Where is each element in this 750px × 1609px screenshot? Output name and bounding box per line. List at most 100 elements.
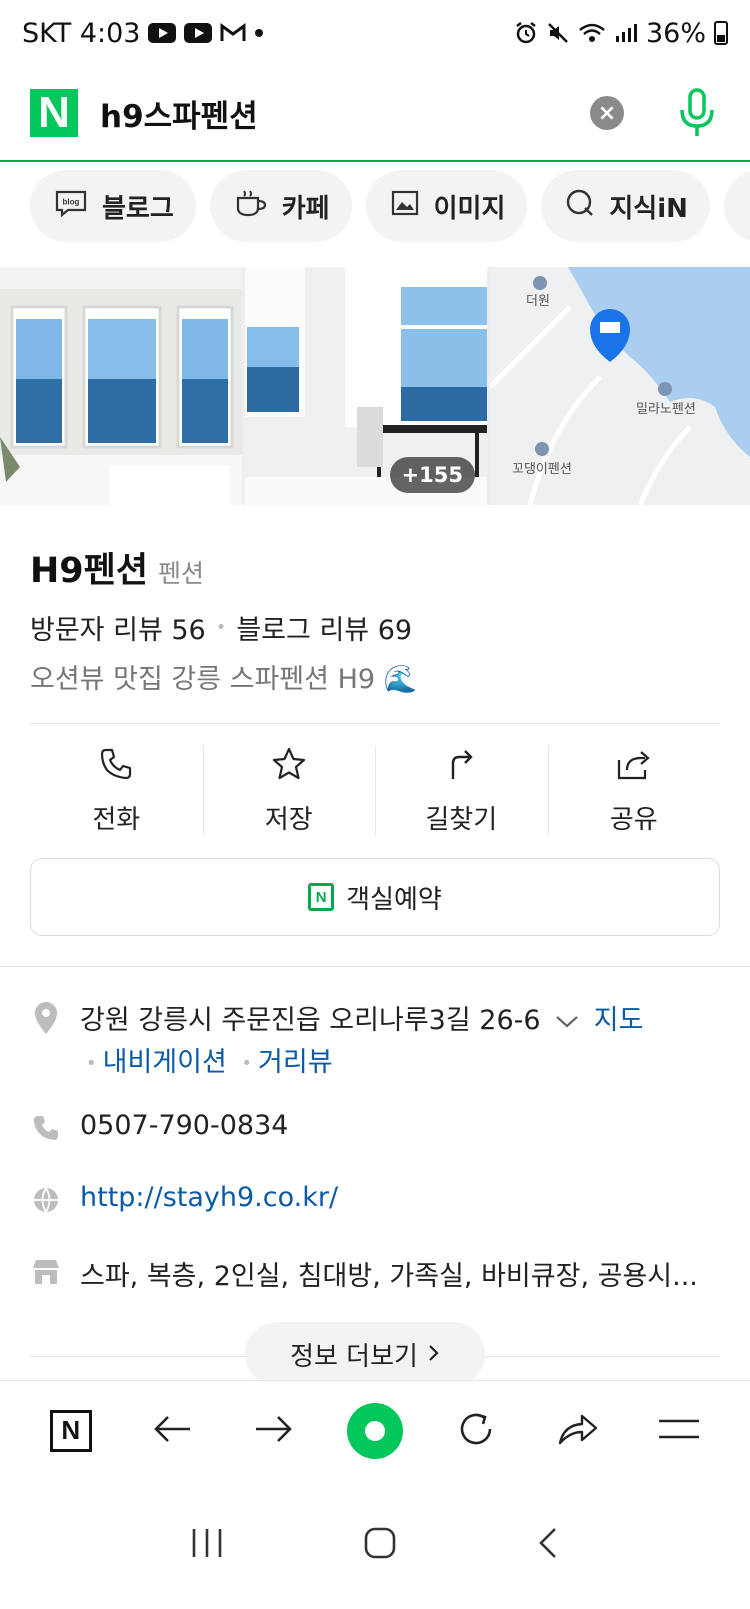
place-category: 펜션 [158,559,205,588]
facilities-row: 스파, 복층, 2인실, 침대방, 가족실, 바비큐장, 공용시... [30,1254,698,1293]
tab-label: 지식iN [609,193,688,224]
arrow-right-icon [254,1413,294,1449]
svg-text:blog: blog [63,197,80,206]
directions-icon [443,746,479,786]
youtube-icon [148,23,177,43]
map-link[interactable]: 지도 [594,1005,644,1036]
voice-search-icon[interactable] [674,86,720,140]
share-page-button[interactable] [548,1401,608,1461]
phone-number[interactable]: 0507-790-0834 [80,1110,288,1141]
share-button[interactable]: 공유 [547,746,721,836]
system-back-button[interactable] [536,1526,560,1564]
star-icon [271,746,307,786]
separator-dot: • [241,1052,253,1074]
phone-icon [30,1110,62,1146]
chevron-down-icon[interactable] [555,1005,588,1036]
divider [30,723,720,724]
address-row: 강원 강릉시 주문진읍 오리나루3길 26-6 지도 • 내비게이션 • 거리뷰 [30,1000,643,1085]
tab-label: 카페 [281,193,330,224]
naver-logo[interactable]: N [30,88,78,137]
place-name: H9펜션 [30,551,149,591]
location-pin-icon [30,1000,62,1036]
mute-icon [546,21,570,45]
browser-toolbar: N [0,1380,750,1480]
more-info-button[interactable]: 정보 더보기 [245,1322,485,1386]
notification-dot-icon [254,28,264,38]
navigation-link[interactable]: 내비게이션 [103,1047,227,1078]
forward-button[interactable] [244,1401,304,1461]
search-category-tabs: blog 블로그 카페 이미지 지식iN [0,170,750,250]
action-bar: 전화 저장 길찾기 공유 [30,746,720,836]
action-label: 전화 [92,805,141,835]
room-reservation-button[interactable]: N 객실예약 [30,858,720,936]
room-photo-2[interactable]: +155 [245,267,487,505]
battery-icon [714,21,728,45]
more-info-section: 정보 더보기 [0,1322,750,1386]
review-counts: 방문자 리뷰 56 • 블로그 리뷰 69 [30,608,412,647]
map-label: 더원 [526,294,550,309]
tab-label: 블로그 [102,193,174,224]
naver-home-button[interactable]: N [41,1401,101,1461]
phone-icon [98,746,134,786]
battery-percent: 36% [645,17,706,49]
naver-home-icon: N [49,1409,92,1452]
action-label: 길찾기 [425,805,498,835]
search-header: N h9스파펜션 × [0,66,750,162]
clear-search-button[interactable]: × [590,96,624,130]
hamburger-menu-icon [657,1417,701,1445]
website-link[interactable]: http://stayh9.co.kr/ [80,1182,338,1213]
place-photo-strip: +155 더원 밀라노펜션 꼬댕이펜션 [0,267,750,505]
website-row: http://stayh9.co.kr/ [30,1182,338,1218]
store-icon [30,1254,62,1290]
carrier-time: SKT 4:03 [22,17,141,49]
arrow-left-icon [152,1413,192,1449]
visitor-review-link[interactable]: 방문자 리뷰 56 [30,608,206,647]
share-arrow-icon [556,1411,600,1451]
globe-icon [30,1182,62,1218]
photo-count-badge[interactable]: +155 [389,457,475,493]
tab-blog[interactable]: blog 블로그 [30,170,196,242]
location-map[interactable]: 더원 밀라노펜션 꼬댕이펜션 [490,267,750,505]
youtube-icon [184,23,213,43]
action-label: 공유 [609,805,658,835]
chevron-right-icon [428,1339,440,1369]
naver-booking-icon: N [308,883,335,911]
separator-dot: • [215,617,227,638]
save-button[interactable]: 저장 [202,746,376,836]
gmail-icon [220,23,246,43]
more-info-label: 정보 더보기 [290,1341,418,1372]
back-button[interactable] [142,1401,202,1461]
cafe-icon [234,188,268,225]
address-text: 강원 강릉시 주문진읍 오리나루3길 26-6 [80,1005,541,1036]
street-view-link[interactable]: 거리뷰 [258,1047,333,1078]
status-bar: SKT 4:03 36% [0,0,750,66]
room-photo-1[interactable] [0,267,242,505]
blog-icon: blog [54,189,88,224]
phone-row: 0507-790-0834 [30,1110,288,1146]
home-button[interactable] [363,1526,397,1564]
directions-button[interactable]: 길찾기 [375,746,548,836]
share-icon [615,746,653,786]
green-dot-button[interactable] [345,1401,405,1461]
map-label: 꼬댕이펜션 [512,462,572,477]
tab-image[interactable]: 이미지 [365,170,528,242]
blog-review-link[interactable]: 블로그 리뷰 69 [236,608,412,647]
menu-button[interactable] [649,1401,709,1461]
search-input[interactable]: h9스파펜션 [100,91,590,136]
place-description: 오션뷰 맛집 강릉 스파펜션 H9 🌊 [30,664,418,695]
refresh-button[interactable] [446,1401,506,1461]
alarm-icon [514,21,538,45]
tab-label: 이미지 [433,193,506,224]
tab-cafe[interactable]: 카페 [209,170,352,242]
action-label: 저장 [264,805,313,835]
tab-knowledge-in[interactable]: 지식iN [541,170,710,242]
wifi-icon [578,22,606,44]
recent-apps-button[interactable] [190,1527,224,1563]
call-button[interactable]: 전화 [30,746,203,836]
green-dot-icon [346,1402,403,1459]
tab-more[interactable] [723,170,750,242]
image-icon [390,189,420,224]
knowledge-icon [565,188,595,225]
facilities-text[interactable]: 스파, 복층, 2인실, 침대방, 가족실, 바비큐장, 공용시... [80,1254,698,1293]
map-label: 밀라노펜션 [636,402,696,417]
